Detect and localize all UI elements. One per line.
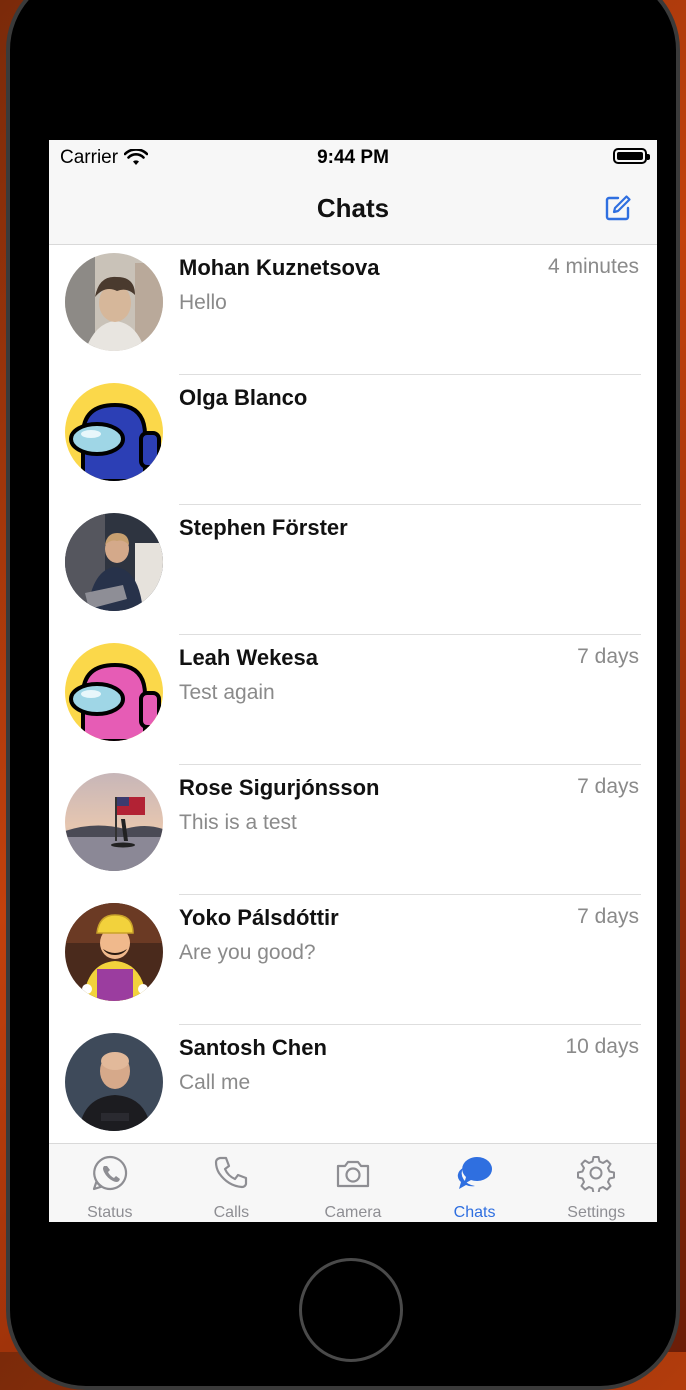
navigation-bar: Chats	[49, 174, 657, 245]
tab-label: Chats	[453, 1204, 496, 1221]
chat-row[interactable]: Santosh Chen Call me 10 days	[49, 1025, 657, 1143]
contact-name: Olga Blanco	[179, 385, 308, 410]
avatar	[65, 253, 163, 351]
contact-name: Yoko Pálsdóttir	[179, 905, 339, 930]
message-preview: Hello	[179, 291, 227, 314]
message-preview: Test again	[179, 681, 275, 704]
chat-row[interactable]: Yoko Pálsdóttir Are you good? 7 days	[49, 895, 657, 1025]
contact-name: Santosh Chen	[179, 1035, 327, 1060]
chat-row[interactable]: Leah Wekesa Test again 7 days	[49, 635, 657, 765]
chat-row[interactable]: Stephen Förster	[49, 505, 657, 635]
status-icon	[92, 1155, 127, 1191]
app-screen: Carrier 9:44 PM Chats Mohan Kuznetsova H…	[49, 140, 657, 1222]
avatar	[65, 383, 163, 481]
chat-row[interactable]: Olga Blanco	[49, 375, 657, 505]
contact-name: Mohan Kuznetsova	[179, 255, 380, 280]
battery-icon	[613, 148, 650, 164]
tab-label: Status	[87, 1204, 133, 1221]
tab-chats[interactable]: Chats	[414, 1144, 536, 1222]
status-bar: Carrier 9:44 PM	[49, 140, 657, 174]
phone-icon	[215, 1156, 248, 1189]
tab-label: Camera	[324, 1204, 382, 1221]
message-time: 7 days	[577, 645, 639, 668]
chat-list: Mohan Kuznetsova Hello 4 minutes Olga Bl…	[49, 245, 657, 1143]
message-preview: Call me	[179, 1071, 251, 1094]
tab-camera[interactable]: Camera	[292, 1144, 414, 1222]
avatar	[65, 1033, 163, 1131]
avatar	[65, 903, 163, 1001]
tab-label: Calls	[213, 1204, 250, 1221]
avatar	[65, 513, 163, 611]
message-time: 10 days	[565, 1035, 639, 1058]
message-time: 7 days	[577, 905, 639, 928]
gear-icon	[577, 1156, 616, 1192]
chat-bubbles-icon	[457, 1157, 492, 1189]
page-title: Chats	[316, 193, 390, 223]
chat-row[interactable]: Mohan Kuznetsova Hello 4 minutes	[49, 245, 657, 375]
contact-name: Leah Wekesa	[179, 645, 319, 670]
message-time: 7 days	[577, 775, 639, 798]
message-preview: This is a test	[179, 811, 297, 834]
tab-bar: Status Calls Camera Chats Settings	[49, 1143, 657, 1222]
avatar	[65, 643, 163, 741]
message-preview: Are you good?	[179, 941, 316, 964]
camera-icon	[336, 1160, 370, 1188]
status-time: 9:44 PM	[317, 147, 389, 168]
chat-row[interactable]: Rose Sigurjónsson This is a test 7 days	[49, 765, 657, 895]
compose-icon[interactable]	[603, 193, 633, 223]
avatar	[65, 773, 163, 871]
contact-name: Rose Sigurjónsson	[179, 775, 380, 800]
contact-name: Stephen Förster	[179, 515, 348, 540]
home-button[interactable]	[299, 1258, 403, 1362]
tab-settings[interactable]: Settings	[535, 1144, 657, 1222]
tab-label: Settings	[567, 1204, 626, 1221]
message-time: 4 minutes	[547, 255, 639, 278]
tab-calls[interactable]: Calls	[171, 1144, 293, 1222]
tab-status[interactable]: Status	[49, 1144, 171, 1222]
